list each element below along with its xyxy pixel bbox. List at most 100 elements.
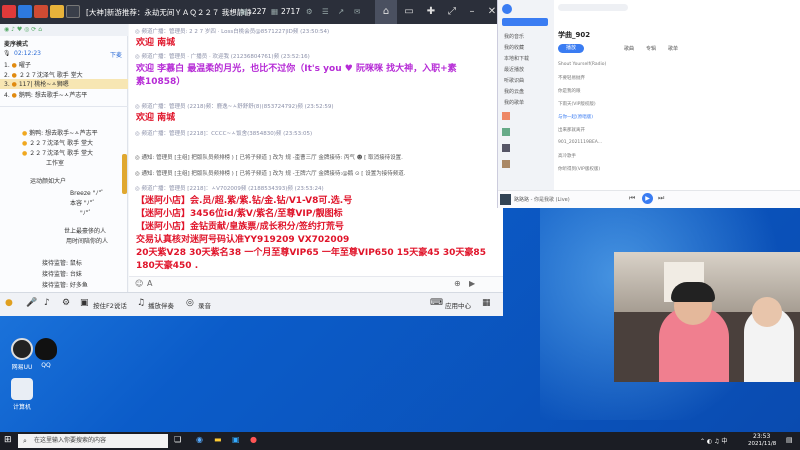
playlist-cover[interactable] [502,128,510,136]
share-icon[interactable]: ↗ [338,7,344,16]
folder-icon[interactable]: ▬ [214,435,222,444]
list-item[interactable]: 用时间陪你的人 [66,236,108,245]
music-search-input[interactable] [558,4,628,11]
list-item[interactable]: 2. ● ２２７沈泽气 歌手 堂大 [4,70,83,79]
table-row[interactable]: 高冷歌手 [558,153,798,163]
playlist-cover[interactable] [502,144,510,152]
home-icon[interactable]: ⌂ [375,0,397,24]
speaker-icon[interactable]: ♪ [44,298,50,308]
keyboard-icon[interactable]: ⌨ [430,298,443,308]
sidebar-active[interactable] [502,18,548,26]
playlist-cover[interactable] [502,160,510,168]
sidebar-item[interactable]: 本地和下载 [504,54,529,65]
table-row[interactable]: 你是我的眼 [558,88,798,98]
play-button[interactable]: ▶ [642,193,653,204]
list-item[interactable]: 接待监管: 台妹 [42,269,82,278]
chat-input-area[interactable]: ☺ A ⊕ ▶ [129,276,503,292]
minimize-button[interactable]: – [461,0,483,24]
list-item[interactable]: 接待监管: 好多鱼 [42,280,88,289]
settings-icon[interactable]: ⚙ [62,298,70,308]
list-item[interactable]: 接待监管: 鼠标 [42,258,82,267]
table-row[interactable]: 下雨天(VIP版权版) [558,101,798,111]
list-item[interactable]: ● ２２７沈泽气 歌手 堂大 [22,138,93,147]
tab-lists[interactable]: 歌单 [668,45,678,52]
talk-icon[interactable]: ▣ [80,298,89,308]
taskbar-search-input[interactable]: ⌕ 在这里输入你要搜索的内容 [18,434,168,448]
list-icon[interactable]: ☰ [322,7,329,16]
clock-time[interactable]: 23:53 [753,433,770,440]
record-button[interactable]: 录音 [198,300,211,310]
avatar-icon[interactable]: ● [5,298,13,308]
expand-icon[interactable]: ⤢ [441,0,463,24]
yy-app-icon[interactable]: ● [250,435,257,444]
chat-welcome-message: 欢迎 南城 [136,113,176,123]
mic-mode[interactable]: 麦序模式 [4,39,28,48]
scrollbar[interactable] [122,154,127,194]
left-panel: ◉ ♪ ♥ ◎ ⟳ ⌂ 麦序模式 🎙 02:12:23 下麦 1. ● 曜子 2… [0,24,128,292]
sidebar-item[interactable]: 听歌识曲 [504,76,529,87]
table-row[interactable]: 与你一起(原唱版) [558,114,798,124]
prev-icon[interactable]: ⏮ [629,194,635,203]
gamepad-icon[interactable]: ✚ [420,0,442,24]
table-row[interactable]: 不要轻易抛弃 [558,75,798,85]
play-all-button[interactable]: 播放 [558,44,584,53]
list-item[interactable]: 运动颜如大户 [30,176,66,185]
table-row[interactable]: 901_2021119BEA... [558,140,798,150]
sidebar-item[interactable]: 我的收藏 [504,43,529,54]
badge-icon [34,5,48,18]
edge-icon[interactable]: ◉ [196,435,203,444]
next-icon[interactable]: ⏭ [658,194,664,203]
list-item[interactable]: ● 鹅鸭: 想去歌手~ㅅ芦志平 [22,128,98,137]
gift-icon[interactable]: ✉ [354,7,360,16]
chat-ad-message: 【迷阿小店】3456位id/紫V/紫名/至尊VIP/靓图标 [136,209,343,219]
avatar[interactable] [502,4,512,14]
leave-mic-link[interactable]: 下麦 [110,50,122,59]
list-item[interactable]: 本容 "ﾉ"ﾟ [70,198,96,207]
sidebar-item[interactable]: 我的音乐 [504,32,529,43]
settings-icon[interactable]: ⚙ [306,7,313,16]
notification-icon[interactable]: ▤ [786,436,793,444]
push-to-talk-label[interactable]: 按住F2说话 [93,300,127,310]
store-icon[interactable]: ▣ [232,435,240,444]
mic-icon[interactable]: 🎤 [26,298,37,308]
music-icon[interactable]: ♫ [137,298,145,308]
emoji-icon[interactable]: ☺ [135,279,143,288]
playlist-cover[interactable] [502,112,510,120]
list-item[interactable]: 4. ● 鹅鸭: 想去歌手~ㅅ芦志平 [4,90,87,99]
list-item[interactable]: 1. ● 曜子 [4,60,31,69]
music-app-window: 我的音乐 我的收藏 本地和下载 最近播放 听歌识曲 我的云盘 我的歌单 学曲_9… [497,0,800,208]
list-item[interactable]: "ﾉ"ﾟ [80,208,92,217]
tab-icons[interactable]: ◉ ♪ ♥ ◎ ⟳ ⌂ [4,26,42,33]
table-row[interactable]: 出来那就离开 [558,127,798,137]
clock-date[interactable]: 2021/11/8 [748,441,776,447]
tab-albums[interactable]: 专辑 [646,45,656,52]
sidebar-item[interactable]: 我的云盘 [504,87,529,98]
app-center-button[interactable]: 应用中心 [445,300,471,310]
tab-songs[interactable]: 歌曲 [624,45,634,52]
list-item[interactable]: Breeze "ﾉ"ﾟ [70,188,104,197]
list-item[interactable]: ● ２２７沈泽气 歌手 堂大 [22,148,93,157]
desktop-icon-qq[interactable]: QQ [26,338,66,369]
windows-start-icon[interactable]: ⊞ [4,435,12,445]
level-icon: ● [11,81,17,88]
list-item[interactable]: 工作室 [46,158,64,167]
font-icon[interactable]: A [147,279,152,288]
search-icon: ⌕ [23,437,27,445]
music-main: 学曲_902 播放 歌曲 专辑 歌单 Shout Yourself(Radio)… [554,0,800,190]
list-item[interactable]: 世上最豪侈的人 [64,226,106,235]
record-icon[interactable]: ◎ [186,298,194,308]
sidebar-item[interactable]: 最近播放 [504,65,529,76]
gift-icon[interactable]: ⊕ [454,279,461,288]
album-cover[interactable] [500,194,511,205]
task-view-icon[interactable]: ❏ [174,435,181,444]
sidebar-item[interactable]: 我的歌单 [504,98,529,109]
send-icon[interactable]: ▶ [469,279,475,288]
table-row[interactable]: Shout Yourself(Radio) [558,62,798,72]
accompaniment-button[interactable]: 播放伴奏 [148,300,174,310]
list-item-highlight[interactable]: 3. ● 117| 桃枪~ㅅ狮嗯 [0,79,128,89]
desktop-icon-computer[interactable]: 计算机 [2,378,42,411]
tray-icons[interactable]: ⌃ ◐ ♫ 中 [700,436,727,445]
window-icon[interactable]: ▭ [398,0,420,24]
grid-icon[interactable]: ▦ [482,298,491,308]
table-row[interactable]: 你听得到(VIP版权版) [558,166,798,176]
